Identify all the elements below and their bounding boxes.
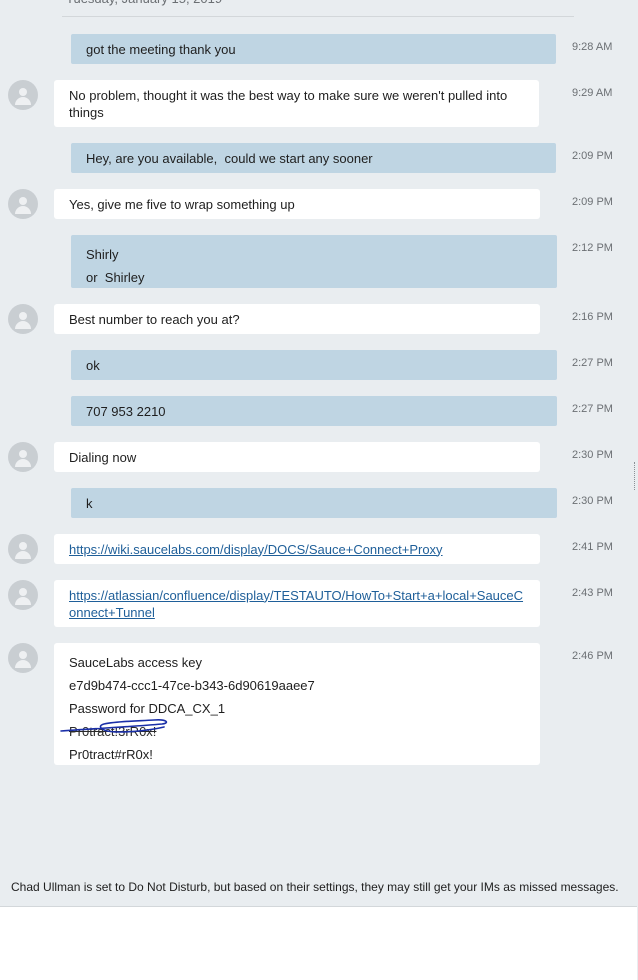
- outgoing-message-bubble[interactable]: ok: [71, 350, 557, 380]
- incoming-message-bubble[interactable]: SauceLabs access key e7d9b474-ccc1-47ce-b…: [54, 643, 540, 765]
- outgoing-message-bubble[interactable]: Hey, are you available, could we start a…: [71, 143, 556, 173]
- message-text: Password for DDCA_CX_1: [69, 701, 226, 716]
- contact-avatar-icon[interactable]: [8, 442, 38, 472]
- avatar-shoulders: [15, 97, 31, 105]
- message-timestamp: 2:27 PM: [572, 403, 613, 415]
- incoming-message-bubble[interactable]: No problem, thought it was the best way …: [54, 80, 539, 127]
- message-timestamp: 2:12 PM: [572, 242, 613, 254]
- message-timestamp: 2:30 PM: [572, 449, 613, 461]
- message-text: ok: [86, 357, 100, 373]
- incoming-message-bubble[interactable]: Yes, give me five to wrap something up: [54, 189, 540, 219]
- message-text: k: [86, 495, 93, 511]
- message-timestamp: 2:30 PM: [572, 495, 613, 507]
- avatar-shoulders: [15, 459, 31, 467]
- message-text: No problem, thought it was the best way …: [69, 87, 508, 103]
- avatar-head: [19, 588, 27, 596]
- incoming-message-bubble[interactable]: Dialing now: [54, 442, 540, 472]
- scribble-strikeout: [60, 719, 168, 733]
- message-text: Shirly: [86, 247, 119, 262]
- message-timestamp: 9:28 AM: [572, 41, 613, 53]
- incoming-message-bubble[interactable]: Best number to reach you at?: [54, 304, 540, 334]
- message-text: Pr0tract#rR0x!: [69, 747, 153, 762]
- message-timestamp: 2:41 PM: [572, 541, 613, 553]
- message-text: Best number to reach you at?: [69, 311, 240, 327]
- message-text: Dialing now: [69, 449, 137, 465]
- avatar-shoulders: [15, 321, 31, 329]
- message-text: Yes, give me five to wrap something up: [69, 196, 295, 212]
- outgoing-message-bubble[interactable]: got the meeting thank you: [71, 34, 556, 64]
- message-timestamp: 2:46 PM: [572, 650, 613, 662]
- incoming-message-bubble[interactable]: https://atlassian/confluence/display/TES…: [54, 580, 540, 627]
- message-timestamp: 2:09 PM: [572, 150, 613, 162]
- composer-input[interactable]: [0, 907, 637, 980]
- message-link[interactable]: https://atlassian/confluence/display/TES…: [69, 587, 525, 604]
- message-text: things: [69, 104, 104, 120]
- incoming-message-bubble[interactable]: https://wiki.saucelabs.com/display/DOCS/…: [54, 534, 540, 564]
- avatar-head: [19, 88, 27, 96]
- avatar-shoulders: [15, 206, 31, 214]
- outgoing-message-bubble[interactable]: 707 953 2210: [71, 396, 557, 426]
- contact-avatar-icon[interactable]: [8, 534, 38, 564]
- avatar-shoulders: [15, 551, 31, 559]
- message-text: 707 953 2210: [86, 403, 166, 419]
- dnd-status-note: Chad Ullman is set to Do Not Disturb, bu…: [11, 880, 619, 894]
- message-timestamp: 2:27 PM: [572, 357, 613, 369]
- resize-handle[interactable]: [634, 462, 637, 490]
- avatar-shoulders: [15, 597, 31, 605]
- avatar-head: [19, 651, 27, 659]
- message-composer[interactable]: [0, 906, 637, 980]
- contact-avatar-icon[interactable]: [8, 80, 38, 110]
- contact-avatar-icon[interactable]: [8, 643, 38, 673]
- date-header: Tuesday, January 15, 2019: [62, 0, 574, 17]
- message-text: Hey, are you available, could we start a…: [86, 150, 373, 166]
- avatar-shoulders: [15, 660, 31, 668]
- message-timestamp: 9:29 AM: [572, 87, 613, 99]
- outgoing-message-bubble[interactable]: Shirly or Shirley: [71, 235, 557, 288]
- contact-avatar-icon[interactable]: [8, 189, 38, 219]
- message-text: e7d9b474-ccc1-47ce-b343-6d90619aaee7: [69, 678, 315, 693]
- message-timestamp: 2:16 PM: [572, 311, 613, 323]
- avatar-head: [19, 450, 27, 458]
- contact-avatar-icon[interactable]: [8, 580, 38, 610]
- contact-avatar-icon[interactable]: [8, 304, 38, 334]
- avatar-head: [19, 312, 27, 320]
- message-timestamp: 2:09 PM: [572, 196, 613, 208]
- message-text: got the meeting thank you: [86, 41, 236, 57]
- message-text: SauceLabs access key: [69, 655, 202, 670]
- message-timestamp: 2:43 PM: [572, 587, 613, 599]
- message-link[interactable]: https://wiki.saucelabs.com/display/DOCS/…: [69, 541, 525, 558]
- outgoing-message-bubble[interactable]: k: [71, 488, 557, 518]
- message-text: or Shirley: [86, 270, 145, 285]
- avatar-head: [19, 542, 27, 550]
- avatar-head: [19, 197, 27, 205]
- message-link[interactable]: onnect+Tunnel: [69, 604, 525, 621]
